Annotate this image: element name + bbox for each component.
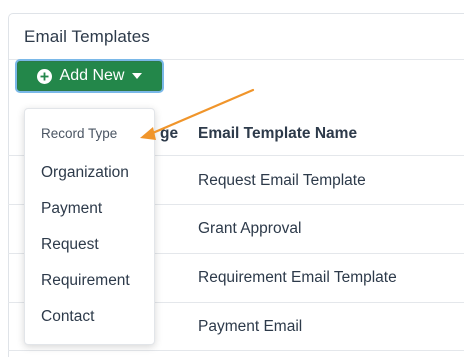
caret-down-icon [132,73,143,79]
dropdown-item-requirement[interactable]: Requirement [41,272,130,290]
add-new-label: Add New [59,67,125,84]
column-header-template-name[interactable]: Email Template Name [198,125,357,143]
column-header-record-type[interactable]: ge [160,125,178,143]
table-row-name[interactable]: Payment Email [198,318,302,336]
table-row-name[interactable]: Grant Approval [198,220,301,238]
dropdown-item-payment[interactable]: Payment [41,200,102,218]
dropdown-item-organization[interactable]: Organization [41,164,129,182]
plus-circle-icon [36,68,52,84]
dropdown-item-request[interactable]: Request [41,236,99,254]
dropdown-item-contact[interactable]: Contact [41,308,94,326]
record-type-dropdown-menu: Record Type Organization Payment Request… [24,108,155,345]
dropdown-header: Record Type [41,126,118,141]
table-row-name[interactable]: Request Email Template [198,172,366,190]
table-row-name[interactable]: Requirement Email Template [198,269,397,287]
row-divider [8,350,464,351]
add-new-button[interactable]: Add New [15,59,164,93]
